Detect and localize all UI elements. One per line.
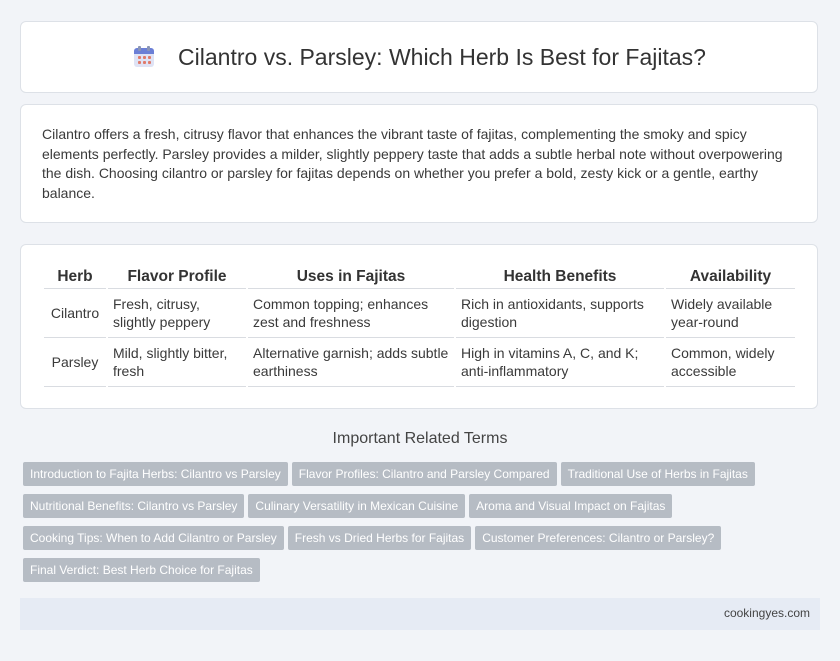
title-card: Cilantro vs. Parsley: Which Herb Is Best… <box>20 21 818 93</box>
related-tags: Introduction to Fajita Herbs: Cilantro v… <box>23 462 813 590</box>
related-tag[interactable]: Introduction to Fajita Herbs: Cilantro v… <box>23 462 288 486</box>
calendar-icon <box>132 45 156 69</box>
related-tag[interactable]: Cooking Tips: When to Add Cilantro or Pa… <box>23 526 284 550</box>
header-flavor-profile: Flavor Profile <box>108 264 246 289</box>
cell-uses: Common topping; enhances zest and freshn… <box>248 289 454 338</box>
related-tag[interactable]: Culinary Versatility in Mexican Cuisine <box>248 494 466 518</box>
cell-herb: Cilantro <box>44 289 106 338</box>
header-herb: Herb <box>44 264 106 289</box>
page-title: Cilantro vs. Parsley: Which Herb Is Best… <box>178 43 706 70</box>
comparison-table-card: Herb Flavor Profile Uses in Fajitas Heal… <box>20 244 818 409</box>
footer: cookingyes.com <box>20 598 820 630</box>
cell-flavor: Mild, slightly bitter, fresh <box>108 338 246 387</box>
cell-flavor: Fresh, citrusy, slightly peppery <box>108 289 246 338</box>
cell-health: High in vitamins A, C, and K; anti-infla… <box>456 338 664 387</box>
intro-card: Cilantro offers a fresh, citrusy flavor … <box>20 104 818 223</box>
related-tag[interactable]: Customer Preferences: Cilantro or Parsle… <box>475 526 722 550</box>
comparison-table: Herb Flavor Profile Uses in Fajitas Heal… <box>42 264 797 387</box>
cell-availability: Common, widely accessible <box>666 338 795 387</box>
header-availability: Availability <box>666 264 795 289</box>
related-tag[interactable]: Flavor Profiles: Cilantro and Parsley Co… <box>291 462 557 486</box>
cell-availability: Widely available year-round <box>666 289 795 338</box>
related-tag[interactable]: Final Verdict: Best Herb Choice for Faji… <box>23 558 260 582</box>
header-uses: Uses in Fajitas <box>248 264 454 289</box>
cell-uses: Alternative garnish; adds subtle earthin… <box>248 338 454 387</box>
table-row: Cilantro Fresh, citrusy, slightly pepper… <box>44 289 795 338</box>
related-terms-title: Important Related Terms <box>332 430 508 447</box>
cell-herb: Parsley <box>44 338 106 387</box>
related-tag[interactable]: Fresh vs Dried Herbs for Fajitas <box>287 526 472 550</box>
header-health-benefits: Health Benefits <box>456 264 664 289</box>
cell-health: Rich in antioxidants, supports digestion <box>456 289 664 338</box>
related-tag[interactable]: Traditional Use of Herbs in Fajitas <box>560 462 755 486</box>
table-row: Parsley Mild, slightly bitter, fresh Alt… <box>44 338 795 387</box>
table-header-row: Herb Flavor Profile Uses in Fajitas Heal… <box>44 264 795 289</box>
related-tag[interactable]: Nutritional Benefits: Cilantro vs Parsle… <box>23 494 245 518</box>
intro-text: Cilantro offers a fresh, citrusy flavor … <box>42 126 783 201</box>
footer-site[interactable]: cookingyes.com <box>724 606 810 620</box>
related-tag[interactable]: Aroma and Visual Impact on Fajitas <box>469 494 673 518</box>
